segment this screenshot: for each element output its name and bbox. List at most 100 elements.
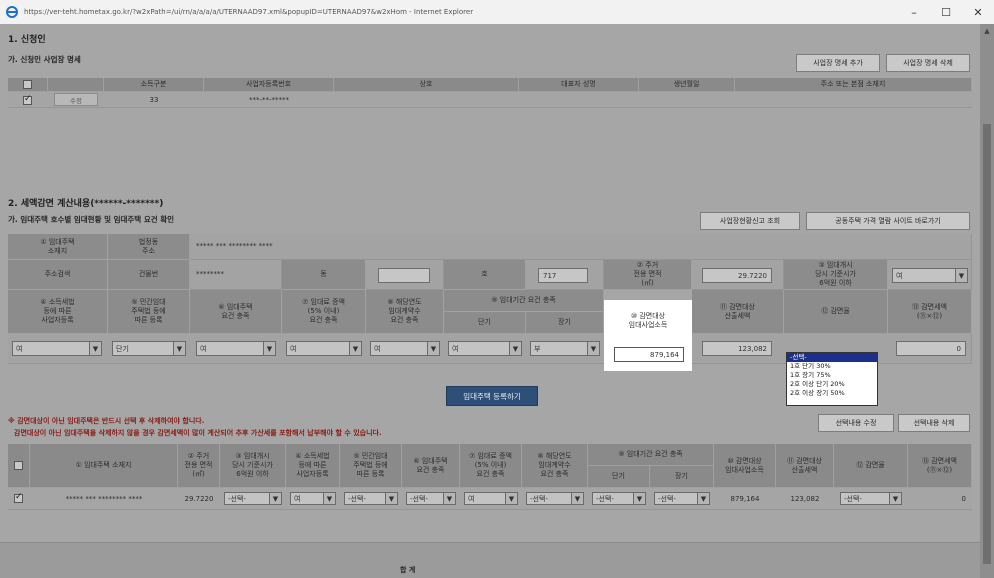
business-report-button[interactable]: 사업장현황신고 조회 — [700, 212, 800, 230]
total-bar: 합 계 — [0, 542, 980, 578]
dropdown-option[interactable]: 1호 단기 30% — [787, 362, 877, 371]
income-reg-select[interactable]: 여 ▼ — [12, 341, 102, 356]
t2-yearly-value: -선택- — [530, 494, 548, 503]
short-select[interactable]: 여 ▼ — [448, 341, 522, 356]
dong-input[interactable] — [378, 268, 430, 283]
dropdown-option[interactable]: 1호 장기 75% — [787, 371, 877, 380]
t2-rate-value: 여 — [468, 494, 475, 503]
chevron-down-icon: ▼ — [697, 493, 709, 504]
income-input[interactable]: 879,164 — [614, 347, 684, 362]
warning-note-2: 감면대상이 아닌 임대주택을 삭제하지 않을 경우 감면세액이 많이 계산되어 … — [14, 429, 382, 437]
chevron-down-icon: ▼ — [443, 493, 455, 504]
window-controls: – ☐ ✕ — [898, 0, 994, 24]
close-button[interactable]: ✕ — [962, 0, 994, 24]
t2-price-value: -선택- — [228, 494, 246, 503]
col-long: 장기 — [526, 312, 604, 334]
edit-selection-button[interactable]: 선택내용 수정 — [818, 414, 894, 432]
t2-requirement-value: -선택- — [410, 494, 428, 503]
select-all-checkbox[interactable] — [23, 80, 32, 89]
ho-input[interactable]: 717 — [538, 268, 588, 283]
scroll-up-icon[interactable]: ▲ — [980, 24, 994, 38]
reduction-rate-dropdown[interactable]: -선택- 1호 단기 30% 1호 장기 75% 2호 이상 단기 20% 2호… — [786, 352, 878, 406]
chevron-down-icon: ▼ — [571, 493, 583, 504]
t2-row-tax: 123,082 — [790, 494, 820, 503]
scrollbar-thumb[interactable] — [983, 124, 991, 564]
warning-note-1: ※ 감면대상이 아닌 임대주택은 반드시 선택 후 삭제하여야 합니다. — [8, 417, 205, 425]
minimize-button[interactable]: – — [898, 0, 930, 24]
business-table: 소득구분 사업자등록번호 상호 대표자 성명 생년월일 주소 또는 본점 소재지… — [8, 78, 972, 174]
long-value: 부 — [534, 344, 541, 353]
yearly-select[interactable]: 여 ▼ — [370, 341, 440, 356]
t2-reduce-select[interactable]: -선택- ▼ — [840, 492, 902, 505]
table2-select-all-checkbox[interactable] — [14, 461, 23, 470]
t2-row-reduced: 0 — [961, 494, 966, 503]
legal-dong-value: ***** *** ******** **** — [190, 234, 972, 260]
t2-price-select[interactable]: -선택- ▼ — [224, 492, 282, 505]
reduced-input[interactable]: 0 — [896, 341, 966, 356]
legal-dong-label: 법정동 주소 — [108, 234, 190, 260]
chevron-down-icon: ▼ — [323, 493, 335, 504]
col-period: ⑨ 임대기간 요건 충족 — [444, 290, 604, 312]
t2-long-select[interactable]: -선택- ▼ — [654, 492, 710, 505]
section2-title: 2. 세액감면 계산내용(******-*******) — [8, 199, 164, 209]
t2-col-area: ② 주거 전용 면적 (㎡) — [178, 444, 220, 488]
t2-col-price: ③ 임대개시 당시 기준시가 6억원 이하 — [220, 444, 286, 488]
row-edit-button[interactable]: 수정 — [54, 93, 98, 106]
internet-explorer-icon — [6, 6, 18, 18]
window-titlebar: https://ver-teht.hometax.go.kr/?w2xPath=… — [0, 0, 994, 24]
t2-yearly-select[interactable]: -선택- ▼ — [526, 492, 584, 505]
dropdown-option[interactable]: 2호 이상 장기 50% — [787, 389, 877, 398]
chevron-down-icon: ▼ — [385, 493, 397, 504]
t2-col-income: ⑩ 감면대상 임대사업소득 — [714, 444, 776, 488]
t2-col-period: ⑨ 임대기간 요건 충족 — [588, 444, 714, 466]
col-yearly: ⑧ 해당연도 임대계약수 요건 충족 — [366, 290, 444, 334]
rent-reg-select[interactable]: 단기 ▼ — [112, 341, 186, 356]
t2-col-rate: ⑦ 임대료 증액 (5% 이내) 요건 충족 — [460, 444, 522, 488]
long-select[interactable]: 부 ▼ — [530, 341, 600, 356]
dropdown-option[interactable]: -선택- — [787, 353, 877, 362]
address-search-button[interactable]: 주소검색 — [8, 260, 108, 290]
chevron-down-icon: ▼ — [633, 493, 645, 504]
requirement-value: 여 — [200, 344, 207, 353]
col-income: ⑩ 감면대상 임대사업소득 — [628, 312, 668, 329]
t2-col-yearly: ⑧ 해당연도 임대계약수 요건 충족 — [522, 444, 588, 488]
maximize-button[interactable]: ☐ — [930, 0, 962, 24]
register-rental-button[interactable]: 임대주택 등록하기 — [446, 386, 538, 406]
rate-select[interactable]: 여 ▼ — [286, 341, 362, 356]
chevron-down-icon: ▼ — [89, 342, 101, 355]
price-select[interactable]: 여 ▼ — [892, 268, 968, 283]
col-income-reg: ④ 소득세법 등에 따른 사업자등록 — [8, 290, 108, 334]
chevron-down-icon: ▼ — [955, 269, 967, 282]
dropdown-option[interactable]: 2호 이상 단기 20% — [787, 380, 877, 389]
vertical-scrollbar[interactable]: ▲ — [980, 24, 994, 578]
t2-rent-reg-select[interactable]: -선택- ▼ — [344, 492, 398, 505]
t2-requirement-select[interactable]: -선택- ▼ — [406, 492, 456, 505]
t2-long-value: -선택- — [658, 494, 676, 503]
table-header-check — [8, 78, 48, 92]
t2-row-area: 29.7220 — [184, 494, 214, 503]
t2-col-requirement: ⑥ 임대주택 요건 충족 — [402, 444, 460, 488]
add-business-button[interactable]: 사업장 명세 추가 — [796, 54, 880, 72]
chevron-down-icon: ▼ — [889, 493, 901, 504]
popup-content: 1. 신청인 가. 신청인 사업장 명세 사업장 명세 추가 사업장 명세 삭제… — [0, 24, 994, 578]
t2-col-short: 단기 — [588, 466, 650, 488]
income-highlight: ⑩ 감면대상 임대사업소득 879,164 — [604, 300, 692, 371]
t2-rate-select[interactable]: 여 ▼ — [464, 492, 518, 505]
t2-income-reg-select[interactable]: 여 ▼ — [290, 492, 336, 505]
section2-subtitle: 가. 임대주택 호수별 임대현황 및 임대주택 요건 확인 — [8, 215, 175, 224]
delete-selection-button[interactable]: 선택내용 삭제 — [898, 414, 970, 432]
t2-short-value: -선택- — [596, 494, 614, 503]
delete-business-button[interactable]: 사업장 명세 삭제 — [886, 54, 970, 72]
row-income-type: 33 — [149, 95, 159, 104]
t2-short-select[interactable]: -선택- ▼ — [592, 492, 646, 505]
t2-row-checkbox[interactable] — [14, 492, 23, 503]
tax-input[interactable]: 123,082 — [702, 341, 772, 356]
t2-col-long: 장기 — [650, 466, 714, 488]
yearly-value: 여 — [374, 344, 381, 353]
window-title: https://ver-teht.hometax.go.kr/?w2xPath=… — [24, 8, 474, 16]
requirement-select[interactable]: 여 ▼ — [196, 341, 276, 356]
price-site-button[interactable]: 공동주택 가격 열람 사이트 바로가기 — [806, 212, 970, 230]
row-checkbox[interactable] — [23, 94, 32, 105]
table2-header-check — [8, 444, 30, 488]
area-input[interactable]: 29.7220 — [702, 268, 772, 283]
